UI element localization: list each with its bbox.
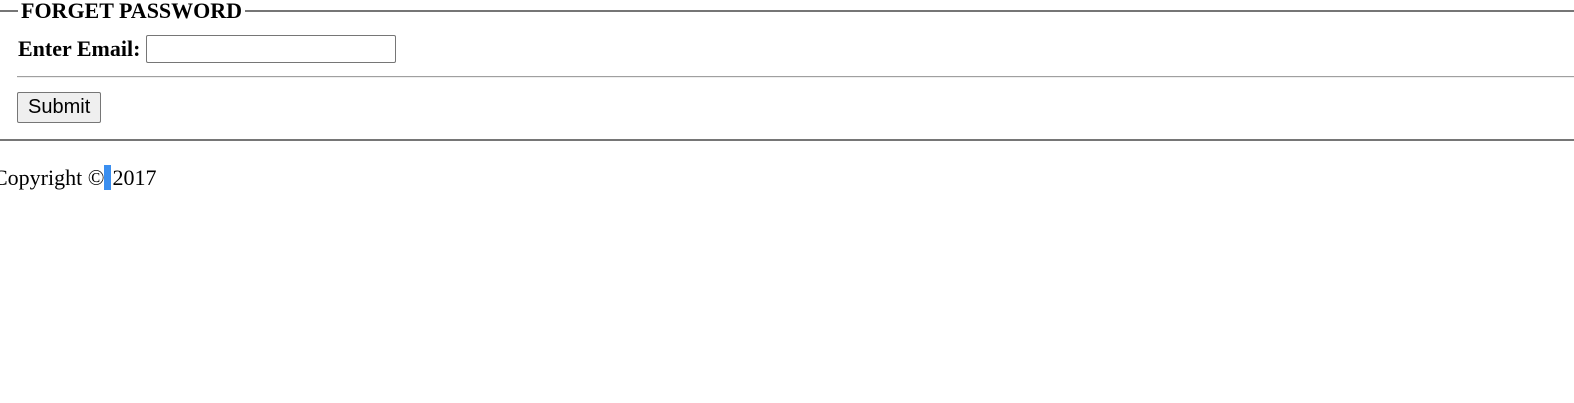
fieldset-legend: FORGET PASSWORD — [18, 0, 246, 22]
text-selection-caret — [104, 165, 112, 190]
copyright-footer: Copyright © 2017 — [0, 165, 156, 191]
email-row: Enter Email: — [18, 33, 397, 65]
submit-button[interactable]: Submit — [17, 92, 102, 123]
divider — [17, 76, 1574, 78]
copyright-prefix: Copyright © — [0, 165, 105, 190]
copyright-year: 2017 — [112, 165, 157, 190]
email-label: Enter Email: — [18, 36, 141, 61]
email-input[interactable] — [146, 35, 397, 63]
